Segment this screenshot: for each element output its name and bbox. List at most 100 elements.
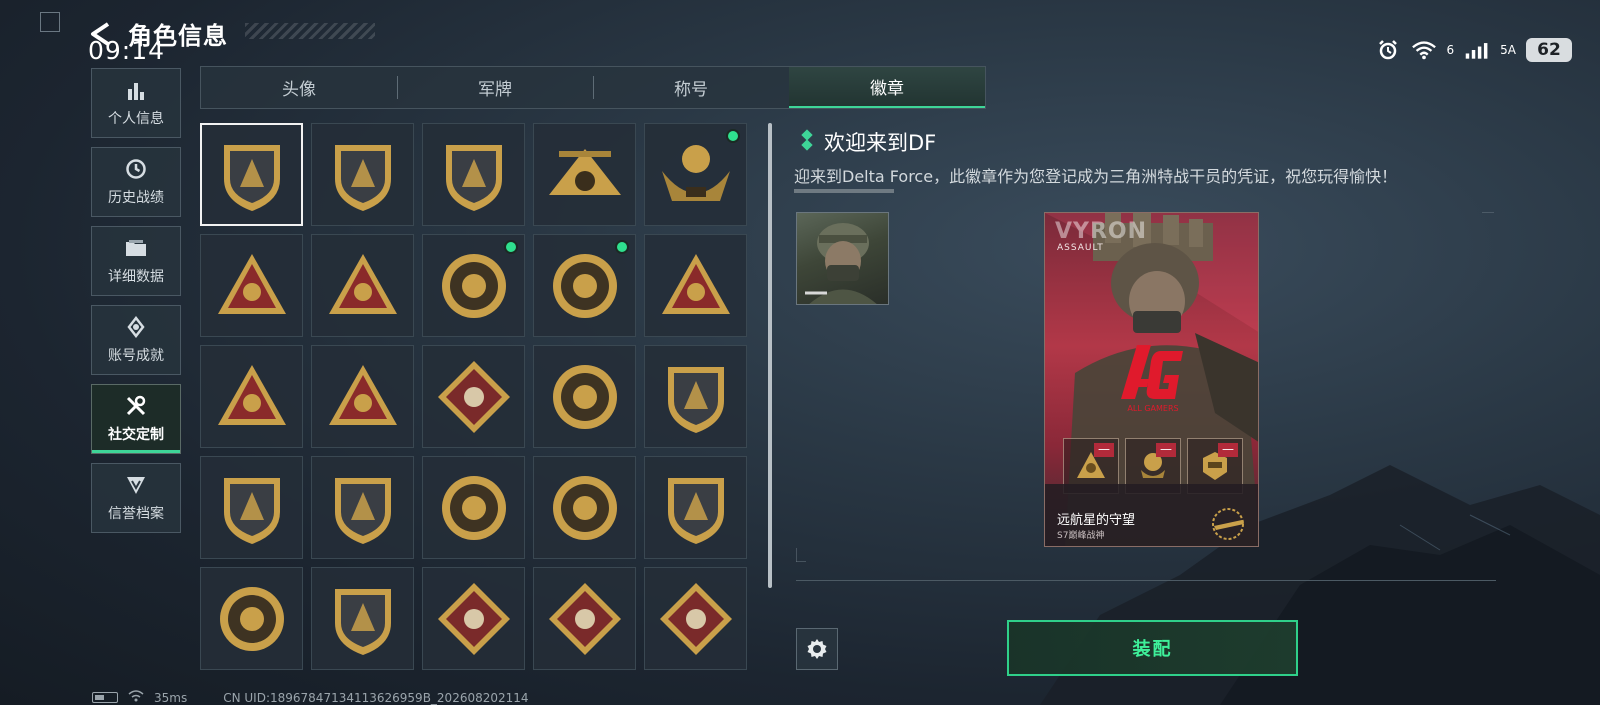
badge-cell[interactable] (200, 345, 303, 448)
badge-grid-scrollbar[interactable] (768, 123, 772, 588)
sidebar-item-social-custom[interactable]: 社交定制 (91, 384, 181, 454)
ping-value: 35ms (154, 690, 188, 705)
tools-icon (124, 394, 148, 418)
tab-dog-tag[interactable]: 军牌 (397, 67, 593, 108)
signal-label: 5A (1500, 43, 1516, 57)
badge-grid (200, 123, 760, 675)
badge-cell[interactable] (311, 345, 414, 448)
sidebar-item-personal-info[interactable]: 个人信息 (91, 68, 181, 138)
sidebar-item-label: 详细数据 (108, 269, 164, 285)
gear-icon (807, 639, 827, 659)
sidebar-item-label: 历史战绩 (108, 190, 164, 206)
new-indicator-dot (726, 129, 740, 143)
number-one-triangle-badge-icon (328, 253, 397, 314)
sidebar-item-label: 社交定制 (108, 427, 164, 443)
sword-shield-badge-icon (334, 588, 391, 655)
svg-text:ALL GAMERS: ALL GAMERS (1127, 404, 1178, 413)
operator-name: VYRON (1055, 219, 1148, 244)
diamond-marker-icon (800, 129, 814, 153)
tab-bar: 头像 军牌 称号 徽章 (200, 66, 986, 109)
battery-mini-icon (92, 692, 118, 703)
operator-card[interactable]: VYRON ASSAULT ALL GAMERS — — — 远航星的守望 S7… (1044, 212, 1259, 547)
cell-signal-icon (1464, 38, 1490, 62)
badge-cell[interactable] (644, 567, 747, 670)
equip-button[interactable]: 装配 (1007, 620, 1298, 676)
history-icon (124, 157, 148, 181)
sidebar-item-achievements[interactable]: 账号成就 (91, 305, 181, 375)
player-avatar[interactable] (796, 212, 889, 305)
remove-icon[interactable]: — (1094, 443, 1114, 457)
title-decoration (245, 23, 375, 39)
battery-indicator: 62 (1526, 38, 1572, 62)
badge-cell[interactable] (644, 345, 747, 448)
sidebar-item-detail-data[interactable]: 详细数据 (91, 226, 181, 296)
tab-badge[interactable]: 徽章 (789, 67, 985, 108)
alarm-icon (1375, 38, 1401, 62)
badge-cell[interactable] (644, 123, 747, 226)
badge-cell[interactable] (200, 567, 303, 670)
badge-cell[interactable] (200, 234, 303, 337)
crossed-rifles-shield-badge-icon (667, 477, 724, 544)
badge-cell[interactable] (422, 345, 525, 448)
rifle-round-badge-icon (219, 586, 284, 651)
tab-title[interactable]: 称号 (593, 67, 789, 108)
wing-shield-badge-icon (667, 366, 724, 433)
badge-cell[interactable] (311, 123, 414, 226)
soldier-portrait-icon (805, 223, 877, 304)
sidebar-item-credit[interactable]: 信誉档案 (91, 463, 181, 533)
badge-cell[interactable] (200, 123, 303, 226)
folder-icon (124, 236, 148, 260)
badge-cell[interactable] (533, 234, 636, 337)
sidebar-item-label: 账号成就 (108, 348, 164, 364)
badge-cell[interactable] (644, 456, 747, 559)
helicopter-badge-icon (334, 144, 391, 211)
delta-shield-badge-icon (223, 144, 280, 211)
remove-icon[interactable]: — (1218, 443, 1238, 457)
remove-icon[interactable]: — (1156, 443, 1176, 457)
badge-cell[interactable] (422, 567, 525, 670)
wolf-diamond-badge-icon (437, 582, 510, 655)
rank-emblem-icon (1212, 508, 1244, 540)
badge-description: 迎来到Delta Force，此徽章作为您登记成为三角洲特战干员的凭证，祝您玩得… (794, 167, 1398, 186)
sidebar-item-history[interactable]: 历史战绩 (91, 147, 181, 217)
description-scrollbar[interactable] (794, 189, 894, 193)
equipped-title-name: 远航星的守望 (1057, 513, 1136, 528)
badge-cell[interactable] (200, 456, 303, 559)
settings-button[interactable] (796, 628, 838, 670)
delta-force-2025-badge-icon (441, 253, 506, 318)
soldiers-triangle-badge-icon (217, 364, 286, 425)
badge-cell[interactable] (422, 123, 525, 226)
stars-shield-badge-icon (223, 477, 280, 544)
badge-cell[interactable] (533, 456, 636, 559)
back-arrow-icon (91, 21, 110, 46)
wifi-icon (1411, 38, 1437, 62)
badge-cell[interactable] (533, 567, 636, 670)
beast-diamond-badge-icon (659, 582, 732, 655)
green-round-badge-icon (441, 475, 506, 540)
lotus-triangle-badge-icon (217, 253, 286, 314)
bar-chart-icon (124, 78, 148, 102)
badge-cell[interactable] (533, 345, 636, 448)
ag-logo: ALL GAMERS (1121, 345, 1183, 413)
rose-diamond-badge-icon (437, 360, 510, 433)
corner-marker (40, 12, 60, 32)
badge-cell[interactable] (311, 456, 414, 559)
green-gem-shield-badge-icon (334, 477, 391, 544)
tab-avatar[interactable]: 头像 (201, 67, 397, 108)
sidebar-item-label: 信誉档案 (108, 506, 164, 522)
badge-cell[interactable] (533, 123, 636, 226)
badge-cell[interactable] (311, 234, 414, 337)
equipped-title-sub: S7巅峰战神 (1057, 531, 1105, 541)
badge-cell[interactable] (311, 567, 414, 670)
badge-cell[interactable] (644, 234, 747, 337)
user-uid: CN UID:18967847134113626959B_20260820211… (223, 690, 529, 705)
page-title: 角色信息 (128, 22, 228, 50)
badge-cell[interactable] (422, 456, 525, 559)
s18-eagle-badge-icon (661, 144, 730, 201)
back-button[interactable] (86, 19, 116, 49)
s9-plane-badge-icon (548, 148, 621, 195)
dagger-shield-badge-icon (445, 144, 502, 211)
badge-cell[interactable] (422, 234, 525, 337)
wolf-diamond-badge-icon (548, 582, 621, 655)
tank-burst-badge-icon (552, 475, 617, 540)
